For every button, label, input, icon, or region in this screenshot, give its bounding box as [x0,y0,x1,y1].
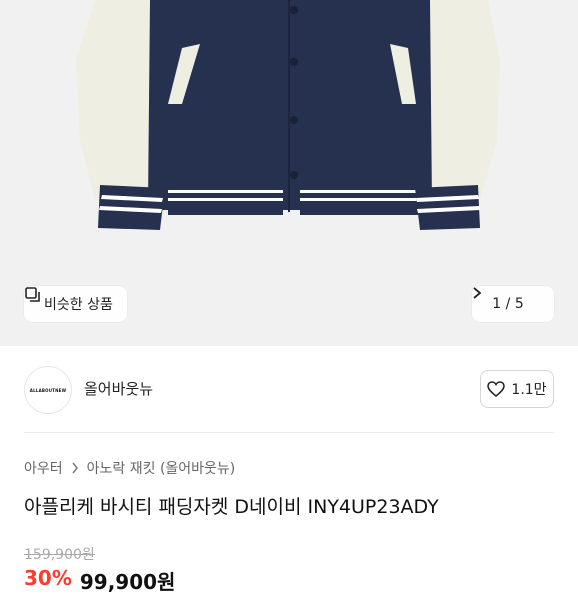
breadcrumb-chevron-icon [71,462,79,474]
sale-price: 99,900원 [79,570,176,594]
seller-avatar-logo: ALLABOUTNEW [29,387,67,393]
breadcrumb-item-outer[interactable]: 아우터 [24,458,63,478]
similar-products-label: 비슷한 상품 [44,297,113,313]
product-title: 아플리케 바시티 패딩자켓 D네이비 INY4UP23ADY [24,496,439,518]
price-row: 30% 99,900원 [24,566,175,595]
seller-avatar[interactable]: ALLABOUTNEW [24,366,72,414]
seller-name[interactable]: 올어바웃뉴 [84,378,153,399]
heart-icon [487,381,506,397]
original-price: 159,900원 [24,547,95,563]
gallery-counter-text: 1 / 5 [492,296,524,312]
discount-rate: 30% [24,566,72,590]
similar-products-button[interactable]: 비슷한 상품 [24,286,127,322]
like-button[interactable]: 1.1만 [480,370,554,408]
breadcrumb-item-category[interactable]: 아노락 재킷 (올어바웃뉴) [87,458,236,478]
breadcrumb: 아우터 아노락 재킷 (올어바웃뉴) [24,458,235,478]
section-divider [24,432,554,433]
like-count: 1.1만 [511,382,547,398]
gallery-counter[interactable]: 1 / 5 [472,286,554,322]
product-image-gallery[interactable]: 비슷한 상품 1 / 5 [0,0,578,346]
